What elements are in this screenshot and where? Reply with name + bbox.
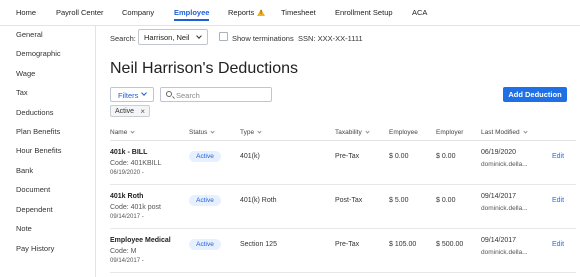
last-modified-by: dominick.della... <box>481 161 528 168</box>
sort-icon <box>523 129 528 134</box>
sidebar-item-hour-benefits[interactable]: Hour Benefits <box>16 146 61 155</box>
filter-chip-label: Active <box>115 108 135 115</box>
edit-link[interactable]: Edit <box>552 197 564 204</box>
sort-icon <box>365 129 370 134</box>
employer-amount: $ 0.00 <box>436 197 456 204</box>
column-header-label: Name <box>110 129 128 136</box>
table-row[interactable]: 401k - BILL Code: 401KBILL 06/19/2020 - … <box>110 141 576 185</box>
sidebar-item-pay-history[interactable]: Pay History <box>16 244 54 253</box>
sidebar-item-bank[interactable]: Bank <box>16 166 33 175</box>
deduction-code: Code: M <box>110 248 137 255</box>
sort-icon <box>210 129 216 134</box>
filters-button[interactable]: Filters <box>110 87 154 102</box>
status-badge: Active <box>189 239 221 250</box>
sort-icon <box>130 129 135 134</box>
deduction-name: Employee Medical <box>110 237 171 244</box>
top-nav: Home Payroll Center Company Employee Rep… <box>0 0 580 26</box>
nav-enrollment-setup[interactable]: Enrollment Setup <box>335 8 393 17</box>
table-row[interactable]: 401k Roth Code: 401k post 09/14/2017 - A… <box>110 185 576 229</box>
deduction-date: 06/19/2020 - <box>110 170 144 176</box>
deduction-name: 401k - BILL <box>110 149 148 156</box>
column-header-label: Type <box>240 129 255 136</box>
sidebar-item-tax[interactable]: Tax <box>16 88 28 97</box>
sidebar: General Demographic Wage Tax Deductions … <box>0 26 96 277</box>
deduction-type: 401(k) Roth <box>240 197 277 204</box>
show-terminations-label[interactable]: Show terminations <box>232 34 294 43</box>
deduction-type: 401(k) <box>240 153 260 160</box>
search-field[interactable] <box>160 87 272 102</box>
deduction-date: 09/14/2017 - <box>110 258 144 264</box>
column-header-last-modified[interactable]: Last Modified <box>481 129 528 136</box>
sidebar-item-deductions[interactable]: Deductions <box>16 108 54 117</box>
deduction-code: Code: 401KBILL <box>110 160 162 167</box>
column-header-employer: Employer <box>436 129 464 136</box>
employee-amount: $ 105.00 <box>389 241 417 248</box>
sidebar-item-demographic[interactable]: Demographic <box>16 49 61 58</box>
last-modified-date: 06/19/2020 <box>481 149 517 156</box>
nav-company[interactable]: Company <box>122 8 154 17</box>
status-badge: Active <box>189 151 221 162</box>
nav-reports[interactable]: Reports! <box>228 8 266 17</box>
column-header-employee: Employee <box>389 129 418 136</box>
employee-select-value: Harrison, Neil <box>144 33 190 42</box>
close-icon[interactable]: × <box>140 107 145 116</box>
table-row[interactable]: Employee Medical Code: M 09/14/2017 - Ac… <box>110 229 576 273</box>
search-icon <box>166 91 172 97</box>
deduction-taxability: Pre-Tax <box>335 241 360 248</box>
filter-chip-active: Active × <box>110 105 150 117</box>
search-label: Search: <box>110 34 136 43</box>
last-modified-date: 09/14/2017 <box>481 193 517 200</box>
nav-aca[interactable]: ACA <box>412 8 427 17</box>
chevron-down-icon <box>141 90 147 96</box>
sidebar-item-wage[interactable]: Wage <box>16 69 35 78</box>
ssn-text: SSN: XXX-XX-1111 <box>298 34 363 43</box>
nav-employee[interactable]: Employee <box>174 8 210 21</box>
employer-amount: $ 500.00 <box>436 241 464 248</box>
column-header-type[interactable]: Type <box>240 129 262 136</box>
employee-amount: $ 0.00 <box>389 153 409 160</box>
chevron-down-icon <box>196 33 202 39</box>
sidebar-item-plan-benefits[interactable]: Plan Benefits <box>16 127 60 136</box>
show-terminations-checkbox[interactable] <box>219 32 228 41</box>
column-header-name[interactable]: Name <box>110 129 135 136</box>
nav-home[interactable]: Home <box>16 8 36 17</box>
edit-link[interactable]: Edit <box>552 153 564 160</box>
column-header-label: Status <box>189 129 208 136</box>
warning-icon: ! <box>257 9 266 16</box>
sidebar-item-general[interactable]: General <box>16 30 43 39</box>
filters-button-label: Filters <box>118 91 139 100</box>
search-input[interactable] <box>176 90 266 100</box>
deduction-taxability: Pre-Tax <box>335 153 360 160</box>
deduction-date: 09/14/2017 - <box>110 214 144 220</box>
nav-payroll-center[interactable]: Payroll Center <box>56 8 104 17</box>
edit-link[interactable]: Edit <box>552 241 564 248</box>
deduction-taxability: Post-Tax <box>335 197 363 204</box>
deduction-type: Section 125 <box>240 241 277 248</box>
sort-icon <box>257 129 262 134</box>
column-header-status[interactable]: Status <box>189 129 216 136</box>
nav-reports-label: Reports <box>228 8 255 17</box>
column-header-taxability[interactable]: Taxability <box>335 129 370 136</box>
last-modified-date: 09/14/2017 <box>481 237 517 244</box>
employee-amount: $ 5.00 <box>389 197 409 204</box>
add-deduction-button[interactable]: Add Deduction <box>503 87 567 102</box>
status-badge: Active <box>189 195 221 206</box>
deduction-name: 401k Roth <box>110 193 144 200</box>
nav-timesheet[interactable]: Timesheet <box>281 8 316 17</box>
deduction-code: Code: 401k post <box>110 204 161 211</box>
last-modified-by: dominick.della... <box>481 249 528 256</box>
main-content: Search: Harrison, Neil Show terminations… <box>96 26 580 277</box>
column-header-label: Taxability <box>335 129 362 136</box>
sidebar-item-document[interactable]: Document <box>16 185 50 194</box>
sidebar-item-dependent[interactable]: Dependent <box>16 205 53 214</box>
employer-amount: $ 0.00 <box>436 153 456 160</box>
employee-select[interactable]: Harrison, Neil <box>138 29 208 45</box>
column-header-label: Last Modified <box>481 129 520 136</box>
last-modified-by: dominick.della... <box>481 205 528 212</box>
sidebar-item-note[interactable]: Note <box>16 224 32 233</box>
page-title: Neil Harrison's Deductions <box>110 60 299 77</box>
